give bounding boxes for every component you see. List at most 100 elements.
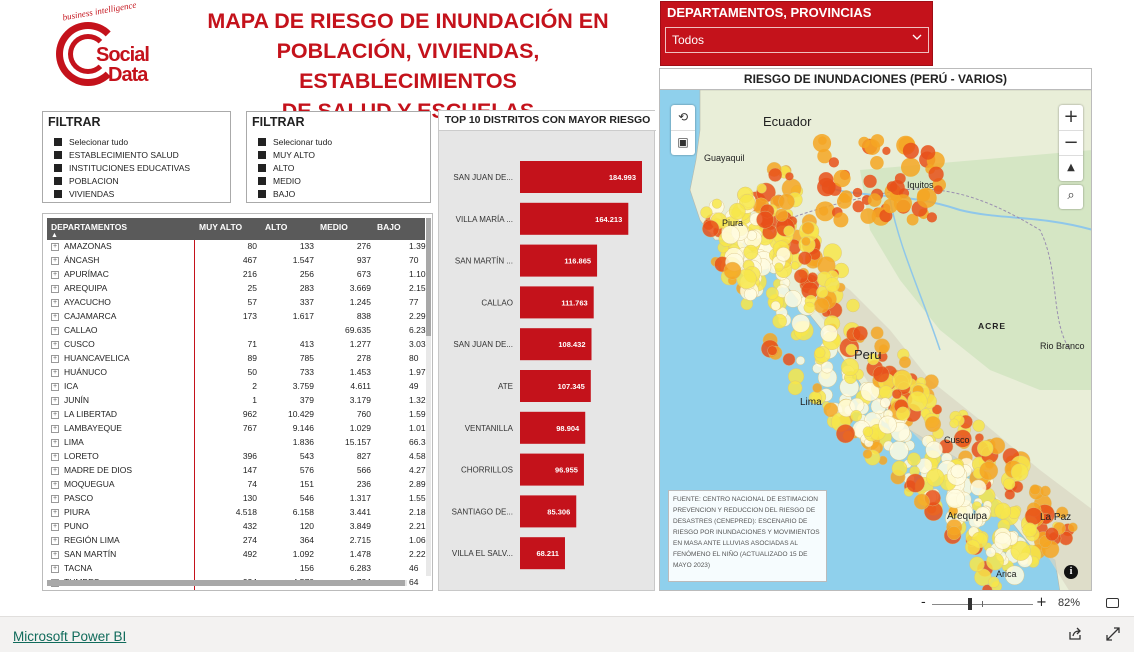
scrollbar-thumb[interactable] xyxy=(426,218,431,336)
risk-dot[interactable] xyxy=(813,297,830,314)
risk-dot[interactable] xyxy=(807,272,818,283)
risk-dot[interactable] xyxy=(977,440,994,457)
risk-dot[interactable] xyxy=(985,547,996,558)
expand-row-icon[interactable]: + xyxy=(51,341,59,349)
table-row[interactable]: + CAJAMARCA 173 1.617 838 2.29 xyxy=(47,310,426,324)
share-icon[interactable] xyxy=(1068,627,1082,641)
risk-dot[interactable] xyxy=(767,345,778,356)
risk-dot[interactable] xyxy=(893,194,912,213)
risk-dot[interactable] xyxy=(870,134,885,148)
info-icon[interactable]: i xyxy=(1064,565,1078,579)
column-header[interactable]: ALTO xyxy=(265,222,287,232)
risk-dot[interactable] xyxy=(894,173,906,184)
filter-option[interactable]: VIVIENDAS xyxy=(54,188,190,201)
risk-dot[interactable] xyxy=(768,167,783,182)
risk-dot[interactable] xyxy=(812,134,832,153)
risk-dot[interactable] xyxy=(920,145,936,160)
table-row[interactable]: + MOQUEGUA 74 151 236 2.89 xyxy=(47,478,426,492)
risk-dot[interactable] xyxy=(879,397,891,409)
risk-dot[interactable] xyxy=(858,136,870,149)
risk-dot[interactable] xyxy=(1022,522,1037,538)
table-row[interactable]: + JUNÍN 1 379 3.179 1.32 xyxy=(47,394,426,408)
risk-dot[interactable] xyxy=(850,409,862,422)
risk-dot[interactable] xyxy=(770,300,781,311)
risk-dot[interactable] xyxy=(1003,477,1016,490)
table-row[interactable]: + AYACUCHO 57 337 1.245 77 xyxy=(47,296,425,310)
risk-dot[interactable] xyxy=(870,326,884,340)
table-row[interactable]: + LORETO 396 543 827 4.58 xyxy=(47,450,426,464)
risk-dot[interactable] xyxy=(846,298,860,313)
column-header[interactable]: MEDIO xyxy=(320,222,348,232)
filter-option[interactable]: ESTABLECIMIENTO SALUD xyxy=(54,149,190,162)
risk-dot[interactable] xyxy=(835,424,855,444)
risk-dot[interactable] xyxy=(819,206,829,216)
expand-row-icon[interactable]: + xyxy=(51,271,59,279)
risk-dot[interactable] xyxy=(824,277,840,293)
risk-dot[interactable] xyxy=(949,418,960,429)
table-row[interactable]: + LIMA 1.836 15.157 66.33 xyxy=(47,436,430,450)
table-row[interactable]: + MADRE DE DIOS 147 576 566 4.27 xyxy=(47,464,426,478)
expand-row-icon[interactable]: + xyxy=(51,565,59,573)
zoom-slider-handle[interactable] xyxy=(968,598,972,610)
risk-dot[interactable] xyxy=(833,212,849,228)
scrollbar-thumb[interactable] xyxy=(47,580,405,586)
expand-row-icon[interactable]: + xyxy=(51,355,59,363)
risk-dot[interactable] xyxy=(950,464,965,479)
table-row[interactable]: + APURÍMAC 216 256 673 1.10 xyxy=(47,268,426,282)
risk-dot[interactable] xyxy=(700,206,713,219)
risk-dot[interactable] xyxy=(790,261,800,270)
risk-dot[interactable] xyxy=(862,449,873,459)
risk-dot[interactable] xyxy=(862,426,874,437)
table-row[interactable]: + LAMBAYEQUE 767 9.146 1.029 1.01 xyxy=(47,422,426,436)
filter-option[interactable]: MUY ALTO xyxy=(258,149,332,162)
risk-dot[interactable] xyxy=(1045,527,1059,542)
column-header[interactable]: DEPARTAMENTOS xyxy=(51,222,127,232)
table-row[interactable]: + HUANCAVELICA 89 785 278 80 xyxy=(47,352,425,366)
expand-row-icon[interactable]: + xyxy=(51,397,59,405)
risk-dot[interactable] xyxy=(924,416,942,433)
risk-dot[interactable] xyxy=(817,177,836,197)
risk-dot[interactable] xyxy=(892,370,913,391)
risk-dot[interactable] xyxy=(801,221,815,235)
filter-option[interactable]: ALTO xyxy=(258,162,332,175)
risk-dot[interactable] xyxy=(907,452,921,467)
risk-dot[interactable] xyxy=(774,262,784,272)
risk-dot[interactable] xyxy=(1010,463,1029,482)
risk-dot[interactable] xyxy=(723,261,742,280)
risk-dot[interactable] xyxy=(916,187,937,208)
risk-dot[interactable] xyxy=(852,325,868,342)
risk-dot[interactable] xyxy=(743,244,759,260)
expand-row-icon[interactable]: + xyxy=(51,439,59,447)
risk-dot[interactable] xyxy=(791,314,811,333)
expand-row-icon[interactable]: + xyxy=(51,537,59,545)
vertical-scrollbar[interactable] xyxy=(426,218,431,576)
risk-dot[interactable] xyxy=(803,301,816,314)
risk-dot[interactable] xyxy=(852,187,863,198)
risk-dot[interactable] xyxy=(783,225,795,237)
risk-dot[interactable] xyxy=(905,473,925,493)
risk-dot[interactable] xyxy=(784,172,794,181)
risk-dot[interactable] xyxy=(837,194,852,209)
expand-row-icon[interactable]: + xyxy=(51,257,59,265)
risk-dot[interactable] xyxy=(889,441,909,461)
filter-option[interactable]: BAJO xyxy=(258,188,332,201)
expand-row-icon[interactable]: + xyxy=(51,299,59,307)
zoom-out-page-button[interactable]: - xyxy=(921,595,926,610)
table-row[interactable]: + REGIÓN LIMA 274 364 2.715 1.06 xyxy=(47,534,426,548)
risk-dot[interactable] xyxy=(891,389,902,400)
risk-dot[interactable] xyxy=(979,461,999,481)
table-row[interactable]: + ICA 2 3.759 4.611 49 xyxy=(47,380,425,394)
risk-dot[interactable] xyxy=(1029,484,1041,496)
risk-dot[interactable] xyxy=(711,198,722,209)
risk-dot[interactable] xyxy=(782,352,796,366)
risk-dot[interactable] xyxy=(833,169,851,188)
zoom-in-button[interactable]: + xyxy=(1059,105,1083,130)
expand-row-icon[interactable]: + xyxy=(51,243,59,251)
expand-row-icon[interactable]: + xyxy=(51,481,59,489)
expand-row-icon[interactable]: + xyxy=(51,383,59,391)
horizontal-scrollbar[interactable] xyxy=(47,580,407,586)
filter-option[interactable]: INSTITUCIONES EDUCATIVAS xyxy=(54,162,190,175)
risk-dot[interactable] xyxy=(926,212,937,223)
expand-row-icon[interactable]: + xyxy=(51,425,59,433)
risk-dot[interactable] xyxy=(795,356,805,366)
